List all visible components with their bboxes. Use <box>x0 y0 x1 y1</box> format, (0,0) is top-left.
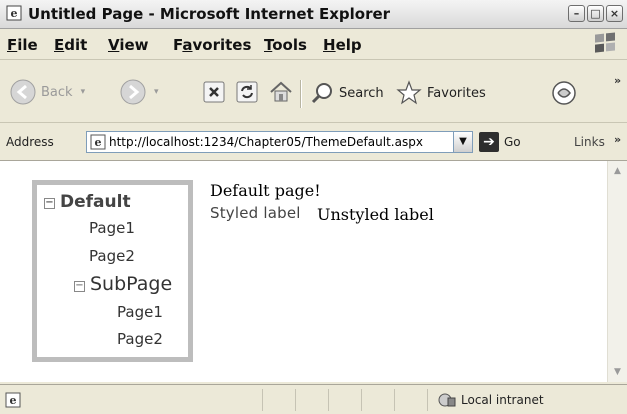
page-content: − Default Page1 Page2 − SubPage Page1 Page… <box>0 161 627 382</box>
vertical-scrollbar[interactable]: ▲ ▼ <box>607 161 627 382</box>
close-button[interactable]: × <box>606 5 623 22</box>
toolbar-overflow-chevron[interactable]: » <box>614 74 621 87</box>
search-icon <box>311 83 332 104</box>
home-icon <box>270 81 292 102</box>
window-title: Untitled Page - Microsoft Internet Explo… <box>28 5 391 23</box>
menu-favorites[interactable]: Favorites <box>173 36 251 54</box>
styled-label: Styled label <box>210 204 301 222</box>
menu-view[interactable]: View <box>108 36 149 54</box>
collapse-icon[interactable]: − <box>74 281 85 292</box>
title-bar: e Untitled Page - Microsoft Internet Exp… <box>0 0 627 29</box>
browser-window: e Untitled Page - Microsoft Internet Exp… <box>0 0 627 414</box>
svg-text:e: e <box>95 136 102 149</box>
unstyled-label: Unstyled label <box>317 205 434 224</box>
ie-page-icon: e <box>90 134 106 150</box>
favorites-button[interactable]: Favorites <box>396 80 486 106</box>
forward-button[interactable]: ▾ <box>120 79 159 105</box>
page-heading: Default page! <box>210 181 321 200</box>
tree-node-default[interactable]: − Default <box>44 192 131 212</box>
forward-arrow-icon <box>120 79 146 105</box>
security-zone: Local intranet <box>438 392 544 408</box>
standard-toolbar: Back ▾ ▾ Search Favorites » <box>0 60 627 123</box>
address-bar: Address e http://localhost:1234/Chapter0… <box>0 124 627 161</box>
tree-view: − Default Page1 Page2 − SubPage Page1 Page… <box>32 180 193 362</box>
tree-node-page2[interactable]: Page2 <box>89 247 135 265</box>
menu-file[interactable]: File <box>7 36 38 54</box>
media-icon <box>552 81 576 105</box>
windows-logo-icon <box>595 32 615 53</box>
tree-node-subpage-page2[interactable]: Page2 <box>117 330 163 348</box>
scroll-up-arrow[interactable]: ▲ <box>610 163 625 179</box>
stop-button[interactable] <box>203 81 225 103</box>
menu-help[interactable]: Help <box>323 36 362 54</box>
go-arrow-icon: ➔ <box>479 132 499 152</box>
back-arrow-icon <box>10 79 36 105</box>
go-button[interactable]: ➔ Go <box>479 132 521 152</box>
refresh-icon <box>236 81 258 103</box>
tree-node-page1[interactable]: Page1 <box>89 219 135 237</box>
links-overflow-chevron[interactable]: » <box>614 133 621 146</box>
menu-edit[interactable]: Edit <box>54 36 87 54</box>
address-dropdown-button[interactable]: ▼ <box>453 131 473 153</box>
menu-tools[interactable]: Tools <box>264 36 307 54</box>
status-bar: e Local intranet <box>0 384 627 414</box>
collapse-icon[interactable]: − <box>44 198 55 209</box>
svg-text:e: e <box>11 7 18 20</box>
links-button[interactable]: Links <box>574 135 605 149</box>
search-button[interactable]: Search <box>310 81 384 105</box>
tree-node-subpage-page1[interactable]: Page1 <box>117 303 163 321</box>
menu-bar: File Edit View Favorites Tools Help <box>0 29 627 60</box>
address-input[interactable]: e http://localhost:1234/Chapter05/ThemeD… <box>86 131 473 153</box>
scroll-down-arrow[interactable]: ▼ <box>610 364 625 380</box>
stop-icon <box>203 81 225 103</box>
favorites-star-icon <box>396 80 422 105</box>
address-url: http://localhost:1234/Chapter05/ThemeDef… <box>109 135 423 149</box>
back-button[interactable]: Back ▾ <box>10 79 85 105</box>
refresh-button[interactable] <box>236 81 258 103</box>
intranet-icon <box>438 393 456 407</box>
svg-text:e: e <box>10 394 17 407</box>
maximize-button[interactable]: □ <box>587 5 604 22</box>
ie-page-icon: e <box>5 392 21 408</box>
media-button[interactable] <box>551 80 577 106</box>
tree-node-subpage[interactable]: − SubPage <box>74 273 172 295</box>
address-label: Address <box>6 135 54 149</box>
home-button[interactable] <box>268 79 294 105</box>
ie-page-icon: e <box>6 5 22 21</box>
minimize-button[interactable]: – <box>568 5 585 22</box>
